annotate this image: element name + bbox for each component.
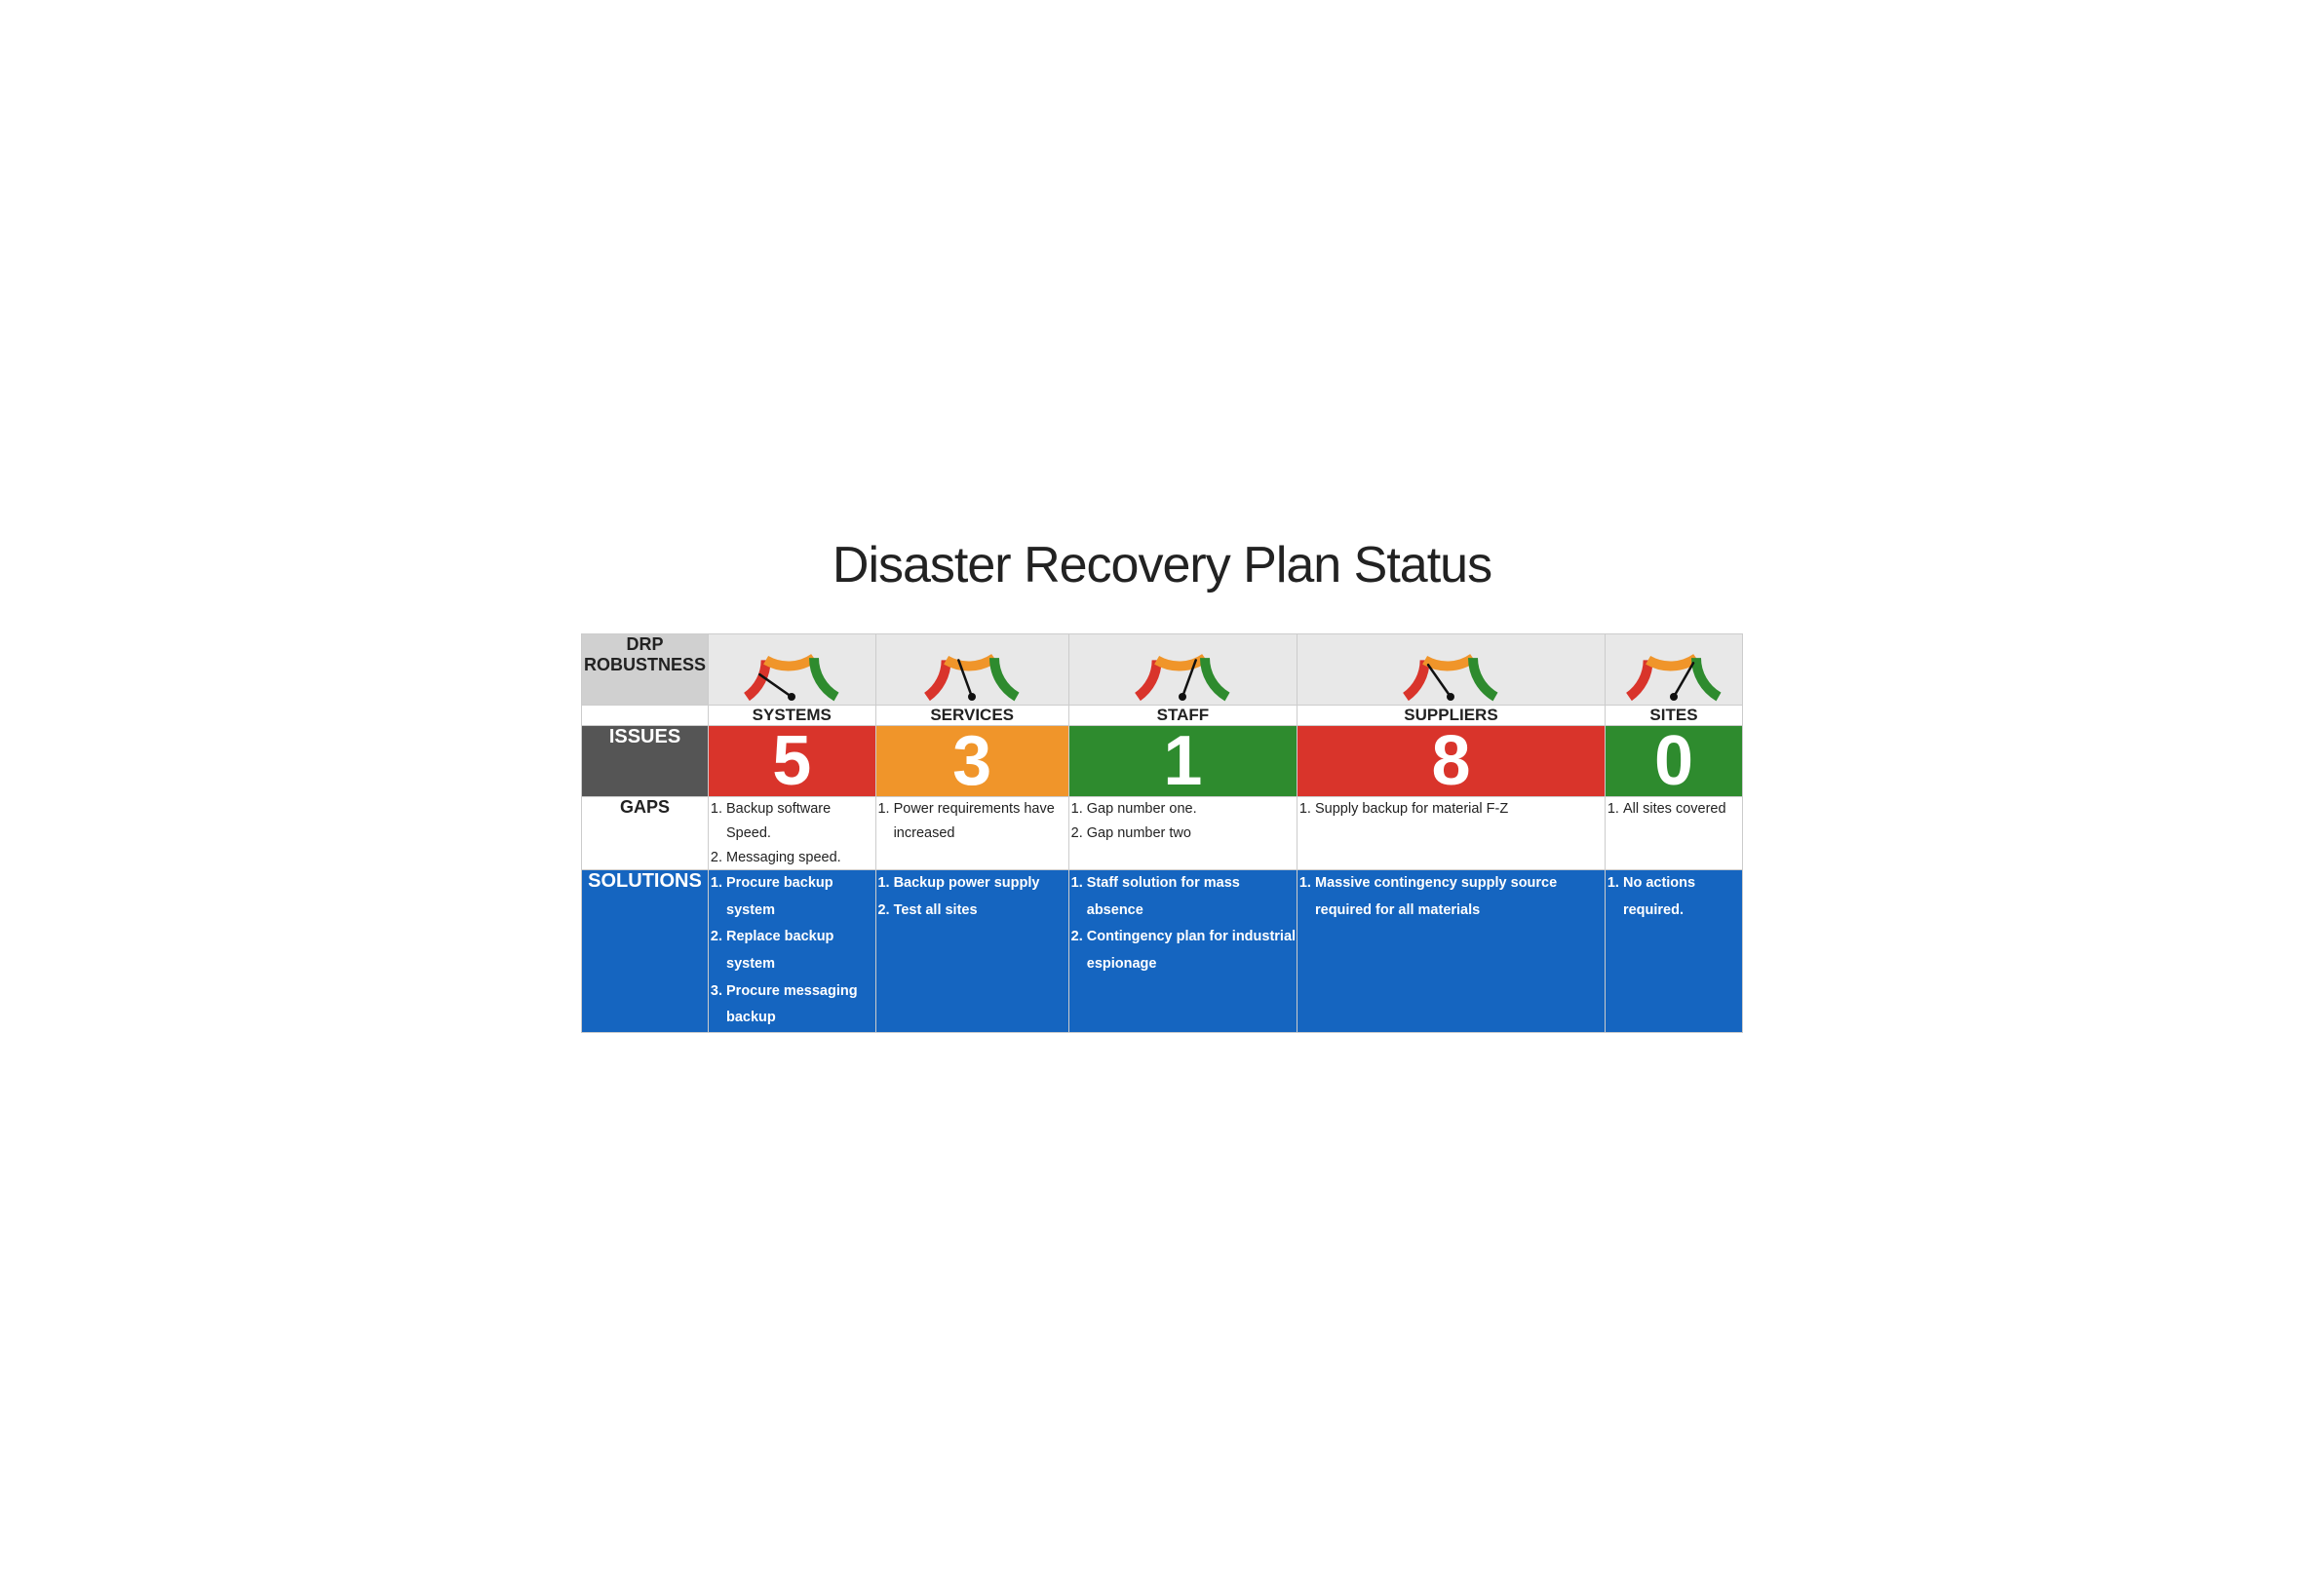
solutions-item: Test all sites <box>894 898 1068 925</box>
gauge-cell-services <box>875 634 1068 706</box>
page-title: Disaster Recovery Plan Status <box>581 536 1743 594</box>
gaps-item: Gap number one. <box>1087 797 1297 822</box>
solutions-cell-sites: No actions required. <box>1605 870 1742 1032</box>
solutions-item: Replace backup system <box>726 924 875 977</box>
gaps-item: Gap number two <box>1087 822 1297 846</box>
solutions-cell-systems: Procure backup systemReplace backup syst… <box>709 870 876 1032</box>
column-header-row: SYSTEMSSERVICESSTAFFSUPPLIERSSITES <box>582 706 1743 726</box>
drp-table: DRPROBUSTNESS <box>581 633 1743 1032</box>
gauge-cell-staff <box>1068 634 1297 706</box>
gaps-item: Backup software Speed. <box>726 797 875 845</box>
solutions-item: Procure backup system <box>726 870 875 924</box>
gauge-cell-suppliers <box>1297 634 1605 706</box>
issues-row: ISSUES 53180 <box>582 726 1743 797</box>
solutions-item: Procure messaging backup <box>726 978 875 1032</box>
drp-robustness-label: DRPROBUSTNESS <box>582 634 709 706</box>
issues-value-staff: 1 <box>1068 726 1297 797</box>
solutions-item: Staff solution for mass absence <box>1087 870 1297 924</box>
gaps-row: GAPS Backup software Speed.Messaging spe… <box>582 797 1743 870</box>
solutions-cell-suppliers: Massive contingency supply source requir… <box>1297 870 1605 1032</box>
gaps-cell-suppliers: Supply backup for material F-Z <box>1297 797 1605 870</box>
gauge-row: DRPROBUSTNESS <box>582 634 1743 706</box>
issues-value-suppliers: 8 <box>1297 726 1605 797</box>
solutions-item: Backup power supply <box>894 870 1068 898</box>
solutions-label: SOLUTIONS <box>582 870 709 1032</box>
gaps-cell-systems: Backup software Speed.Messaging speed. <box>709 797 876 870</box>
gauge-cell-sites <box>1605 634 1742 706</box>
gaps-cell-services: Power requirements have increased <box>875 797 1068 870</box>
gaps-cell-sites: All sites covered <box>1605 797 1742 870</box>
issues-value-sites: 0 <box>1605 726 1742 797</box>
solutions-cell-staff: Staff solution for mass absenceContingen… <box>1068 870 1297 1032</box>
solutions-row: SOLUTIONS Procure backup systemReplace b… <box>582 870 1743 1032</box>
solutions-item: Contingency plan for industrial espionag… <box>1087 924 1297 977</box>
gaps-item: All sites covered <box>1623 797 1742 822</box>
gaps-cell-staff: Gap number one.Gap number two <box>1068 797 1297 870</box>
gaps-item: Power requirements have increased <box>894 797 1068 845</box>
gaps-item: Messaging speed. <box>726 846 875 870</box>
gaps-label: GAPS <box>582 797 709 870</box>
issues-label: ISSUES <box>582 726 709 797</box>
issues-value-systems: 5 <box>709 726 876 797</box>
gaps-item: Supply backup for material F-Z <box>1315 797 1605 822</box>
solutions-item: Massive contingency supply source requir… <box>1315 870 1605 924</box>
issues-value-services: 3 <box>875 726 1068 797</box>
solutions-cell-services: Backup power supplyTest all sites <box>875 870 1068 1032</box>
gauge-cell-systems <box>709 634 876 706</box>
solutions-item: No actions required. <box>1623 870 1742 924</box>
